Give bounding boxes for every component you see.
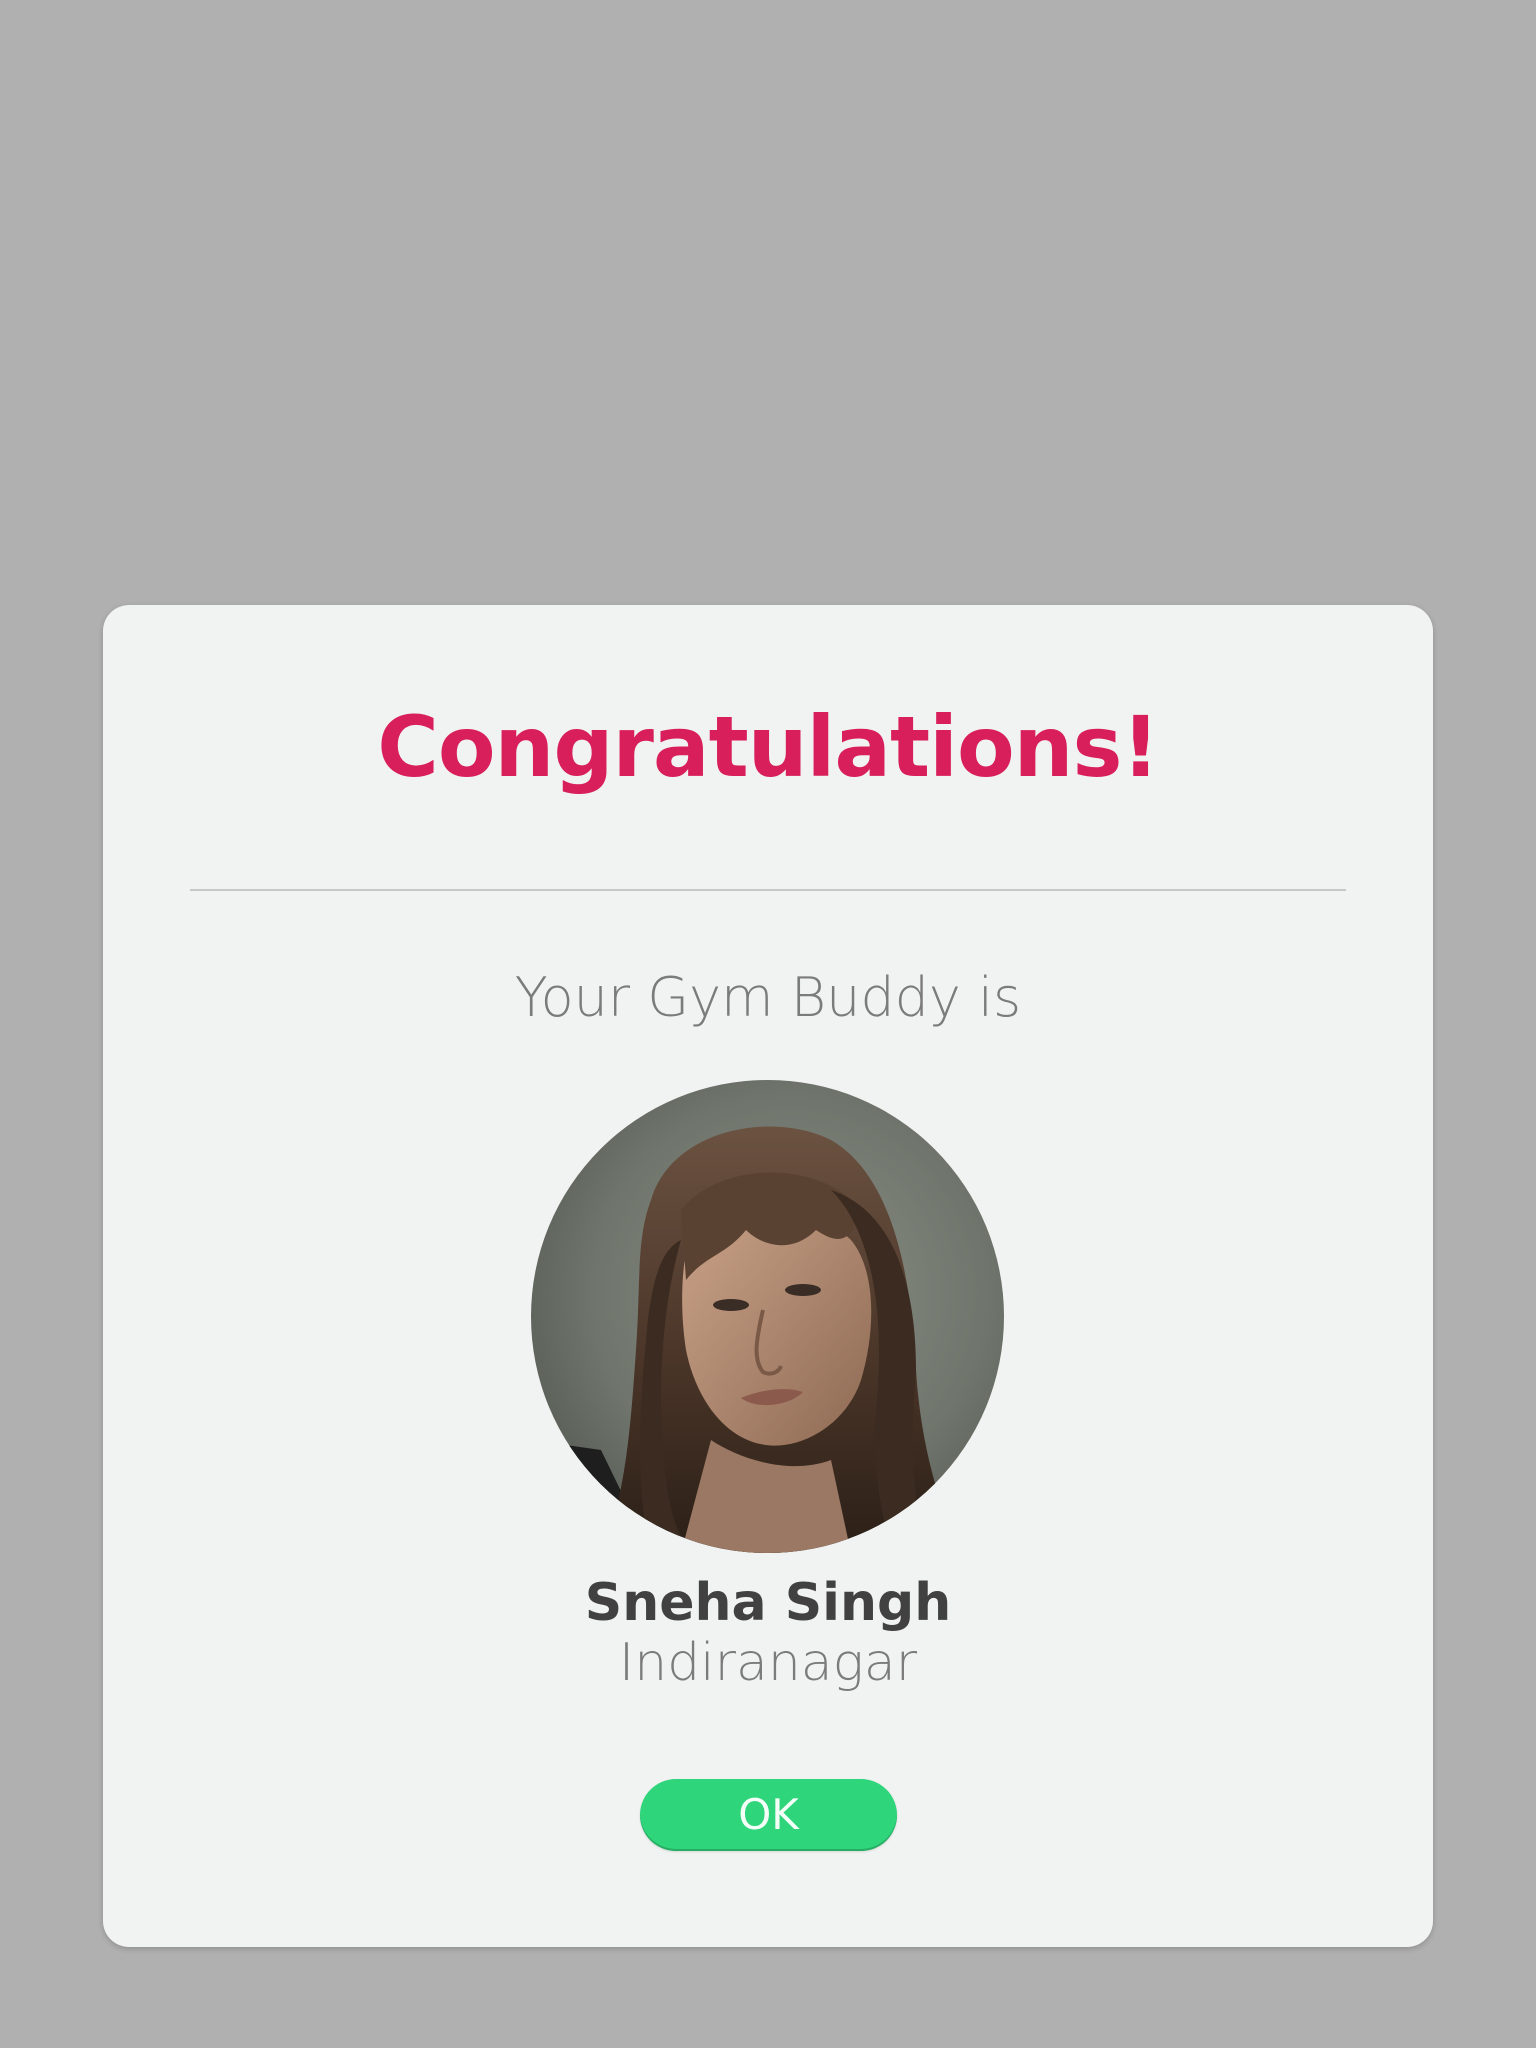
divider <box>190 889 1346 891</box>
dialog-title: Congratulations! <box>377 698 1160 796</box>
avatar-photo <box>531 1080 1004 1553</box>
buddy-avatar <box>531 1080 1004 1553</box>
gym-buddy-dialog: Congratulations! Your Gym Buddy is Sneha… <box>103 605 1433 1947</box>
dialog-subtitle: Your Gym Buddy is <box>514 966 1022 1029</box>
buddy-name: Sneha Singh <box>584 1573 952 1633</box>
buddy-location: Indiranagar <box>618 1633 918 1693</box>
ok-button[interactable]: OK <box>640 1779 897 1851</box>
